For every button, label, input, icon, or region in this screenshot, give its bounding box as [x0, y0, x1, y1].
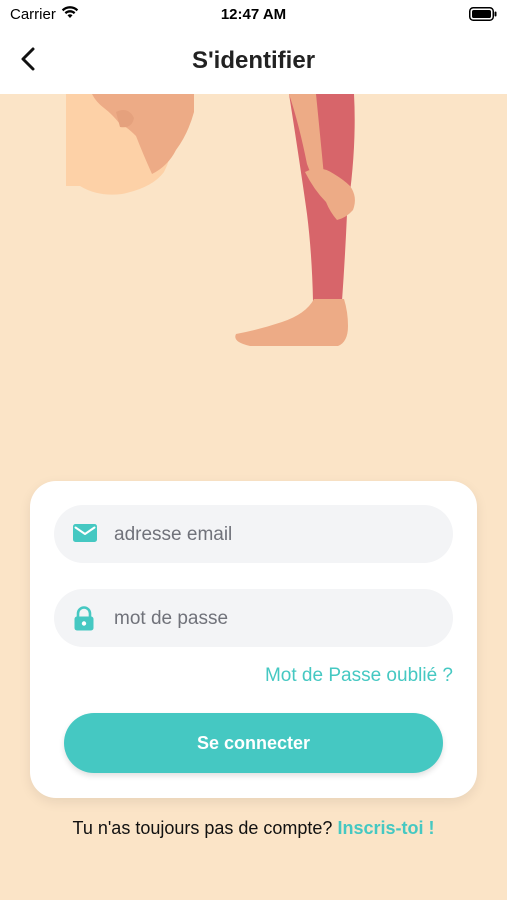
mail-icon — [72, 522, 98, 549]
navigation-bar: S'identifier — [0, 30, 507, 94]
lock-icon — [72, 606, 96, 637]
forgot-password-link[interactable]: Mot de Passe oublié ? — [265, 665, 453, 687]
signup-prompt-row: Tu n'as toujours pas de compte? Inscris-… — [0, 818, 507, 839]
login-button[interactable]: Se connecter — [64, 713, 443, 773]
login-card: Mot de Passe oublié ? Se connecter — [30, 481, 477, 798]
password-input[interactable] — [112, 589, 436, 649]
signup-link[interactable]: Inscris-toi ! — [337, 818, 434, 838]
email-field[interactable] — [54, 505, 453, 565]
page-title: S'identifier — [191, 47, 316, 74]
status-bar: Carrier 12:47 AM — [0, 0, 507, 30]
battery-icon — [469, 7, 497, 26]
email-input[interactable] — [112, 505, 436, 565]
yoga-pose-illustration — [66, 94, 355, 346]
password-field[interactable] — [54, 589, 453, 649]
signup-prompt-text: Tu n'as toujours pas de compte? — [72, 818, 333, 838]
status-time: 12:47 AM — [220, 6, 287, 23]
